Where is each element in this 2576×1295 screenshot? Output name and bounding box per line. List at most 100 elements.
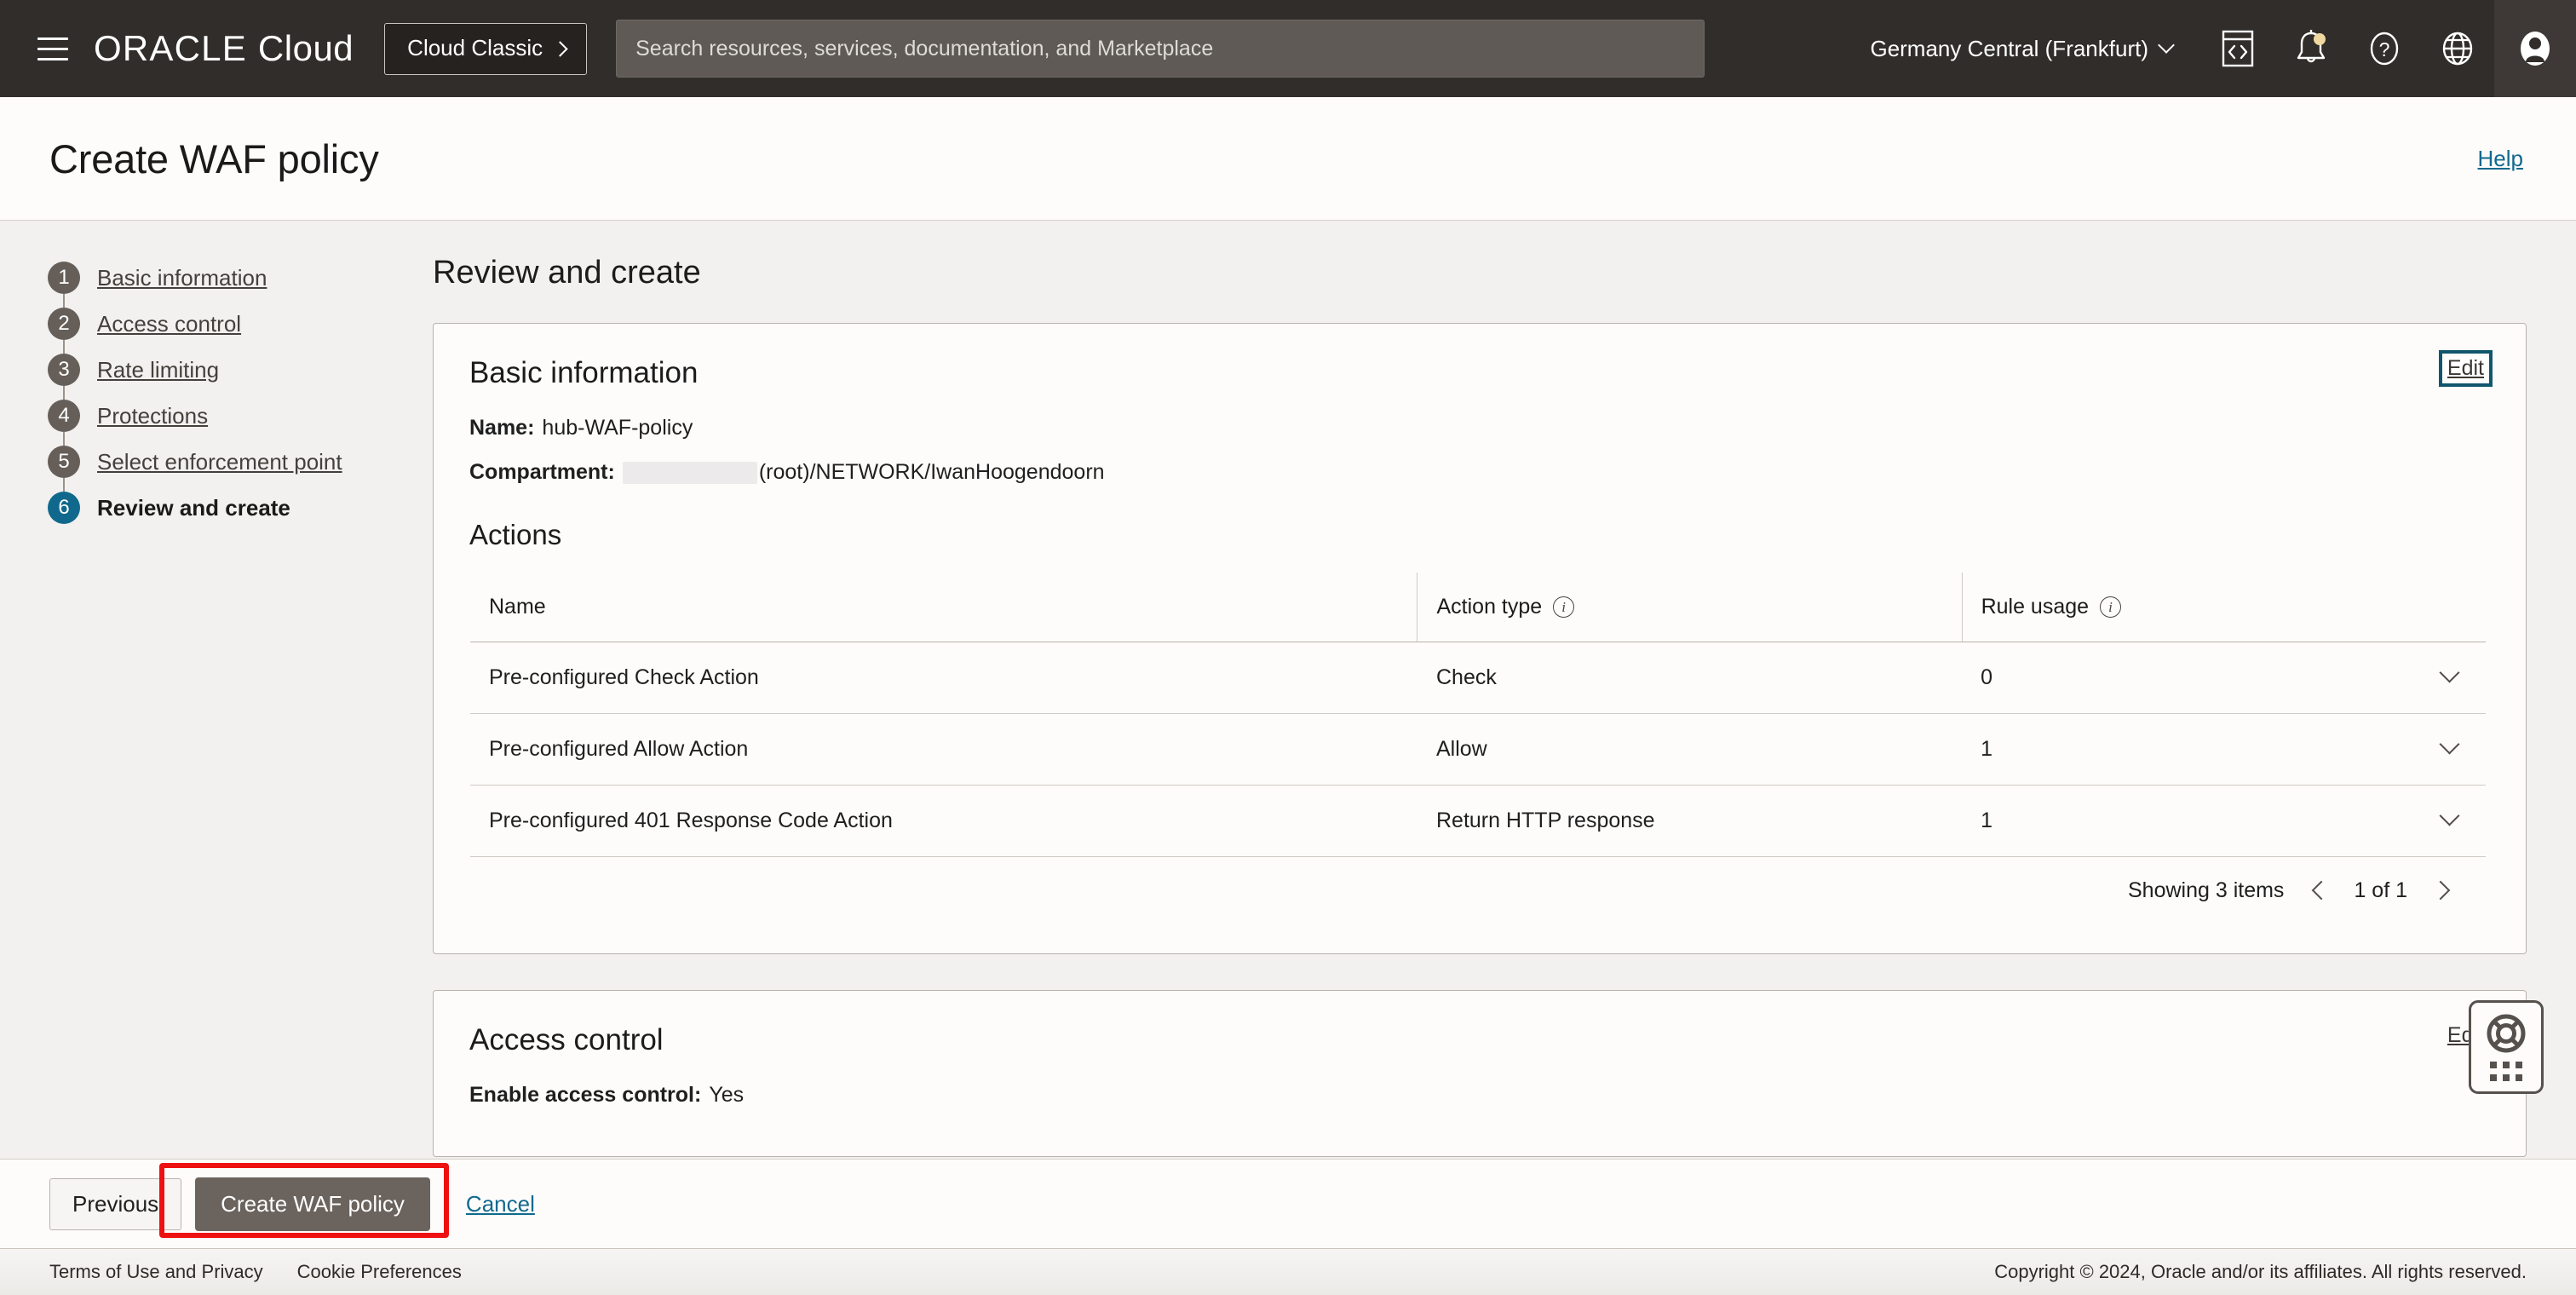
brand-oracle-text: ORACLE — [94, 28, 247, 68]
hamburger-menu-icon[interactable] — [29, 25, 77, 72]
step-label[interactable]: Access control — [97, 308, 241, 340]
step-number-badge: 1 — [48, 262, 80, 294]
actions-table: Name Action type i Rule usage i Pre-conf… — [469, 572, 2487, 924]
cell-action-type: Check — [1417, 642, 1963, 714]
page-title: Create WAF policy — [49, 135, 379, 181]
cloud-classic-label: Cloud Classic — [407, 34, 543, 60]
sidebar-step-rate-limiting[interactable]: 3 Rate limiting — [48, 354, 392, 400]
showing-items-count: Showing 3 items — [2128, 878, 2285, 902]
sidebar-step-select-enforcement-point[interactable]: 5 Select enforcement point — [48, 446, 392, 492]
notifications-bell-icon[interactable] — [2274, 0, 2348, 97]
chevron-down-icon — [2158, 37, 2175, 54]
cell-rule-usage: 1 — [1962, 713, 2486, 786]
content-heading: Review and create — [433, 255, 701, 291]
name-label: Name: — [469, 416, 535, 440]
previous-page-chevron-left-icon[interactable] — [2304, 876, 2333, 905]
step-number-badge: 2 — [48, 308, 80, 340]
enable-access-control-label: Enable access control: — [469, 1083, 702, 1107]
basic-info-name-row: Name: hub-WAF-policy — [469, 416, 2487, 440]
step-connector-line — [63, 340, 65, 354]
page-body: 1 Basic information 2 Access control 3 R… — [0, 221, 2576, 1159]
step-connector-line — [63, 432, 65, 446]
region-selector[interactable]: Germany Central (Frankfurt) — [1851, 36, 2201, 62]
cell-action-type: Return HTTP response — [1417, 785, 1963, 857]
column-header-action-type-label: Action type — [1436, 595, 1543, 619]
step-connector-line — [63, 478, 65, 492]
redacted-tenancy-name — [622, 461, 757, 484]
expand-row-chevron-down-icon[interactable] — [2439, 805, 2460, 833]
basic-information-title: Basic information — [469, 356, 699, 389]
column-header-rule-usage-label: Rule usage — [1981, 595, 2090, 619]
brand-cloud-text: Cloud — [257, 28, 354, 68]
cancel-link[interactable]: Cancel — [466, 1191, 535, 1217]
table-pagination-cell: Showing 3 items 1 of 1 — [470, 856, 2486, 924]
rule-usage-value: 1 — [1981, 809, 1992, 832]
oracle-cloud-logo[interactable]: ORACLE Cloud — [94, 28, 354, 69]
rule-usage-value: 0 — [1981, 665, 1992, 689]
page-footer: Terms of Use and Privacy Cookie Preferen… — [0, 1248, 2576, 1295]
edit-basic-information-link[interactable]: Edit — [2438, 350, 2493, 387]
table-header-row: Name Action type i Rule usage i — [470, 573, 2486, 642]
cloud-shell-icon[interactable] — [2201, 0, 2274, 97]
wizard-action-bar: Previous Create WAF policy Cancel — [0, 1159, 2576, 1248]
step-number-badge: 3 — [48, 354, 80, 386]
basic-information-card: Basic information Edit Name: hub-WAF-pol… — [433, 323, 2527, 954]
cloud-classic-button[interactable]: Cloud Classic — [384, 22, 588, 75]
step-number-badge: 5 — [48, 446, 80, 478]
user-avatar-icon[interactable] — [2494, 0, 2576, 97]
copyright-text: Copyright © 2024, Oracle and/or its affi… — [1994, 1261, 2527, 1282]
step-connector-line — [63, 294, 65, 308]
cell-rule-usage: 1 — [1962, 785, 2486, 857]
access-control-card: Access control Edit Enable access contro… — [433, 990, 2527, 1157]
step-number-badge: 4 — [48, 400, 80, 432]
drag-handle-dots-icon[interactable] — [2490, 1062, 2522, 1081]
basic-information-card-header: Basic information Edit — [469, 350, 2493, 390]
step-label[interactable]: Basic information — [97, 262, 267, 294]
access-control-enable-row: Enable access control: Yes — [469, 1083, 2487, 1108]
access-control-title: Access control — [469, 1023, 664, 1056]
basic-info-compartment-row: Compartment: (root)/NETWORK/IwanHoogendo… — [469, 460, 2487, 485]
column-header-rule-usage: Rule usage i — [1962, 573, 2486, 642]
step-label[interactable]: Protections — [97, 400, 208, 432]
expand-row-chevron-down-icon[interactable] — [2439, 734, 2460, 762]
chevron-right-icon — [552, 40, 568, 57]
compartment-value: (root)/NETWORK/IwanHoogendoorn — [758, 460, 1105, 484]
next-page-chevron-right-icon[interactable] — [2428, 876, 2457, 905]
step-label[interactable]: Select enforcement point — [97, 446, 342, 478]
global-search-box[interactable] — [616, 20, 1705, 78]
help-question-icon[interactable]: ? — [2348, 0, 2421, 97]
cell-action-name: Pre-configured Check Action — [470, 642, 1417, 714]
info-icon[interactable]: i — [2100, 596, 2122, 618]
sidebar-step-basic-information[interactable]: 1 Basic information — [48, 262, 392, 308]
sidebar-step-review-and-create[interactable]: 6 Review and create — [48, 492, 392, 538]
cell-rule-usage: 0 — [1962, 642, 2486, 714]
sidebar-step-access-control[interactable]: 2 Access control — [48, 308, 392, 354]
sidebar-step-protections[interactable]: 4 Protections — [48, 400, 392, 446]
terms-of-use-link[interactable]: Terms of Use and Privacy — [49, 1261, 263, 1283]
create-waf-policy-button[interactable]: Create WAF policy — [195, 1177, 430, 1231]
wizard-step-navigation: 1 Basic information 2 Access control 3 R… — [0, 221, 392, 1159]
previous-button[interactable]: Previous — [49, 1177, 182, 1230]
language-globe-icon[interactable] — [2421, 0, 2494, 97]
compartment-label: Compartment: — [469, 460, 615, 484]
actions-table-head: Name Action type i Rule usage i — [470, 573, 2486, 642]
step-label[interactable]: Rate limiting — [97, 354, 219, 386]
support-widget[interactable] — [2469, 1000, 2544, 1094]
main-content: Review and create Basic information Edit… — [392, 221, 2576, 1159]
expand-row-chevron-down-icon[interactable] — [2439, 662, 2460, 690]
cookie-preferences-link[interactable]: Cookie Preferences — [297, 1261, 462, 1283]
step-number-badge: 6 — [48, 492, 80, 524]
cell-action-type: Allow — [1417, 713, 1963, 786]
step-connector-line — [63, 386, 65, 400]
enable-access-control-value: Yes — [709, 1083, 745, 1107]
top-navigation-bar: ORACLE Cloud Cloud Classic Germany Centr… — [0, 0, 2576, 97]
rule-usage-value: 1 — [1981, 737, 1992, 761]
table-row: Pre-configured Allow Action Allow 1 — [470, 713, 2486, 786]
svg-text:?: ? — [2379, 38, 2390, 60]
search-input[interactable] — [635, 36, 1686, 61]
help-link[interactable]: Help — [2478, 146, 2523, 172]
column-header-name-label: Name — [489, 595, 546, 619]
info-icon[interactable]: i — [1553, 596, 1575, 618]
page-indicator: 1 of 1 — [2354, 878, 2407, 902]
page-title-bar: Create WAF policy Help — [0, 97, 2576, 221]
